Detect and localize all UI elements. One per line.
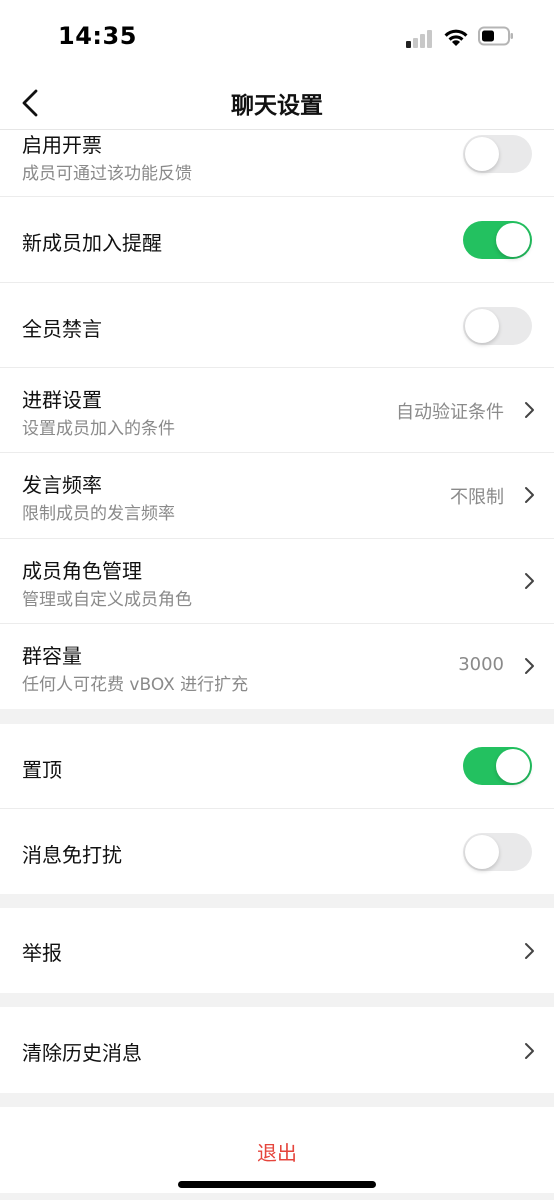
row-title: 消息免打扰: [22, 843, 122, 867]
row-value: 3000: [458, 654, 504, 675]
pin-top-toggle[interactable]: [463, 747, 532, 785]
settings-row-new-member-alert: 新成员加入提醒: [0, 197, 554, 283]
row-subtitle: 限制成员的发言频率: [22, 504, 175, 524]
settings-row-do-not-disturb: 消息免打扰: [0, 809, 554, 894]
chevron-right-icon: [525, 487, 534, 503]
navigation-bar: 聊天设置: [0, 75, 554, 130]
row-subtitle: 设置成员加入的条件: [22, 419, 175, 439]
settings-row-pin-top: 置顶: [0, 724, 554, 809]
settings-row-invoice: 启用开票 成员可通过该功能反馈: [0, 130, 554, 197]
row-title: 发言频率: [22, 473, 102, 497]
row-title: 全员禁言: [22, 317, 102, 341]
page-title: 聊天设置: [231, 93, 323, 119]
chevron-right-icon: [525, 943, 534, 959]
row-subtitle: 任何人可花费 vBOX 进行扩充: [22, 675, 249, 695]
cellular-signal-icon: [406, 28, 434, 48]
chevron-right-icon: [525, 658, 534, 674]
group-settings-section: 启用开票 成员可通过该功能反馈 新成员加入提醒 全员禁言 进群设置 设置成员加入…: [0, 130, 554, 709]
row-subtitle: 管理或自定义成员角色: [22, 590, 192, 610]
do-not-disturb-toggle[interactable]: [463, 833, 532, 871]
row-value: 自动验证条件: [396, 402, 504, 423]
wifi-icon: [444, 29, 468, 46]
row-title: 新成员加入提醒: [22, 231, 162, 255]
chat-options-section: 置顶 消息免打扰: [0, 724, 554, 894]
row-title: 清除历史消息: [22, 1041, 142, 1065]
row-title: 置顶: [22, 758, 62, 782]
settings-row-join-settings[interactable]: 进群设置 设置成员加入的条件 自动验证条件: [0, 368, 554, 453]
chevron-right-icon: [525, 402, 534, 418]
status-bar: 14:35: [0, 0, 554, 75]
row-title: 成员角色管理: [22, 559, 142, 583]
home-indicator: [178, 1181, 376, 1188]
settings-row-report[interactable]: 举报: [0, 908, 554, 993]
new-member-alert-toggle[interactable]: [463, 221, 532, 259]
settings-row-speak-frequency[interactable]: 发言频率 限制成员的发言频率 不限制: [0, 453, 554, 539]
status-time: 14:35: [58, 22, 137, 50]
report-section: 举报: [0, 908, 554, 993]
row-subtitle: 成员可通过该功能反馈: [22, 164, 192, 184]
row-value: 不限制: [450, 487, 504, 508]
settings-row-clear-history[interactable]: 清除历史消息: [0, 1007, 554, 1093]
row-title: 举报: [22, 941, 62, 965]
logout-button[interactable]: 退出: [0, 1137, 554, 1166]
invoice-toggle[interactable]: [463, 135, 532, 173]
row-title: 进群设置: [22, 388, 102, 412]
settings-row-member-roles[interactable]: 成员角色管理 管理或自定义成员角色: [0, 539, 554, 624]
row-title: 群容量: [22, 644, 82, 668]
battery-icon: [478, 26, 513, 46]
settings-row-group-capacity[interactable]: 群容量 任何人可花费 vBOX 进行扩充 3000: [0, 624, 554, 709]
chevron-right-icon: [525, 1043, 534, 1059]
settings-row-mute-all: 全员禁言: [0, 283, 554, 368]
row-title: 启用开票: [22, 133, 102, 157]
clear-history-section: 清除历史消息: [0, 1007, 554, 1093]
mute-all-toggle[interactable]: [463, 307, 532, 345]
chevron-right-icon: [525, 573, 534, 589]
